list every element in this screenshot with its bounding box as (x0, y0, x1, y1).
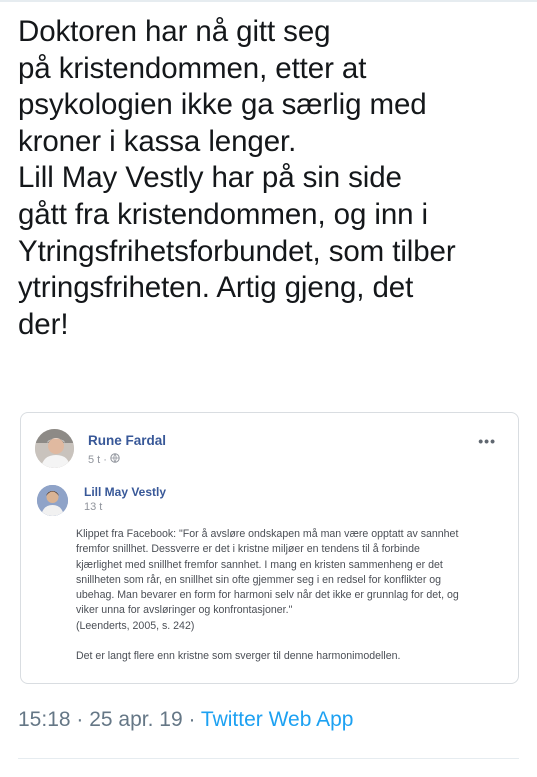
tweet-source-link[interactable]: Twitter Web App (201, 708, 354, 731)
top-divider (0, 0, 537, 2)
more-options-icon[interactable]: ••• (478, 433, 496, 449)
post-author-name[interactable]: Rune Fardal (88, 433, 166, 448)
shared-post-time: 13 t (84, 501, 103, 513)
avatar-rune-fardal (35, 429, 74, 468)
tweet-timestamp[interactable]: 15:18 · 25 apr. 19 · (18, 708, 201, 731)
follow-up-text: Det er langt flere enn kristne som sverg… (76, 650, 401, 662)
tweet-line: Doktoren har nå gitt seg (18, 15, 331, 48)
body-line: snillheten som rår, en snillhet sin ofte… (76, 573, 442, 586)
facebook-post-screenshot: Rune Fardal 5 t · ••• Lill May Vestly 13… (29, 419, 510, 677)
globe-icon (110, 453, 120, 466)
bottom-divider (18, 758, 519, 759)
tweet-text: Doktoren har nå gitt seg på kristendomme… (18, 14, 528, 343)
post-time: 5 t · (88, 453, 107, 466)
tweet-line: psykologien ikke ga særlig med (18, 88, 427, 122)
body-line: fremfor snillhet. Dessverre er det i kri… (76, 543, 420, 556)
tweet-line: kroner i kassa lenger. (18, 124, 297, 158)
shared-post-author-name[interactable]: Lill May Vestly (84, 485, 166, 499)
body-line: viker unna for avsløringer og konfrontas… (76, 604, 293, 617)
post-meta: 5 t · (88, 453, 120, 466)
body-line: kjærlighet med snillhet fremfor sannhet.… (76, 558, 443, 571)
tweet-line: på kristendommen, etter at (18, 51, 367, 85)
body-line: Klippet fra Facebook: "For å avsløre ond… (76, 528, 459, 540)
body-line: ubehag. Man bevarer en form for harmoni … (76, 589, 459, 602)
tweet-line: der! (18, 307, 69, 341)
tweet-line: ytringsfriheten. Artig gjeng, det (18, 271, 414, 305)
shared-post-body: Klippet fra Facebook: "For å avsløre ond… (76, 527, 514, 634)
attached-image[interactable]: Rune Fardal 5 t · ••• Lill May Vestly 13… (20, 412, 519, 684)
body-line: (Leenderts, 2005, s. 242) (76, 619, 195, 632)
tweet-meta: 15:18 · 25 apr. 19 · Twitter Web App (18, 708, 353, 732)
avatar-lill-may-vestly (37, 485, 68, 516)
tweet-line: gått fra kristendommen, og inn i (18, 197, 429, 231)
tweet-line: Ytringsfrihetsforbundet, som tilber (18, 234, 456, 268)
tweet-line: Lill May Vestly har på sin side (18, 161, 402, 195)
